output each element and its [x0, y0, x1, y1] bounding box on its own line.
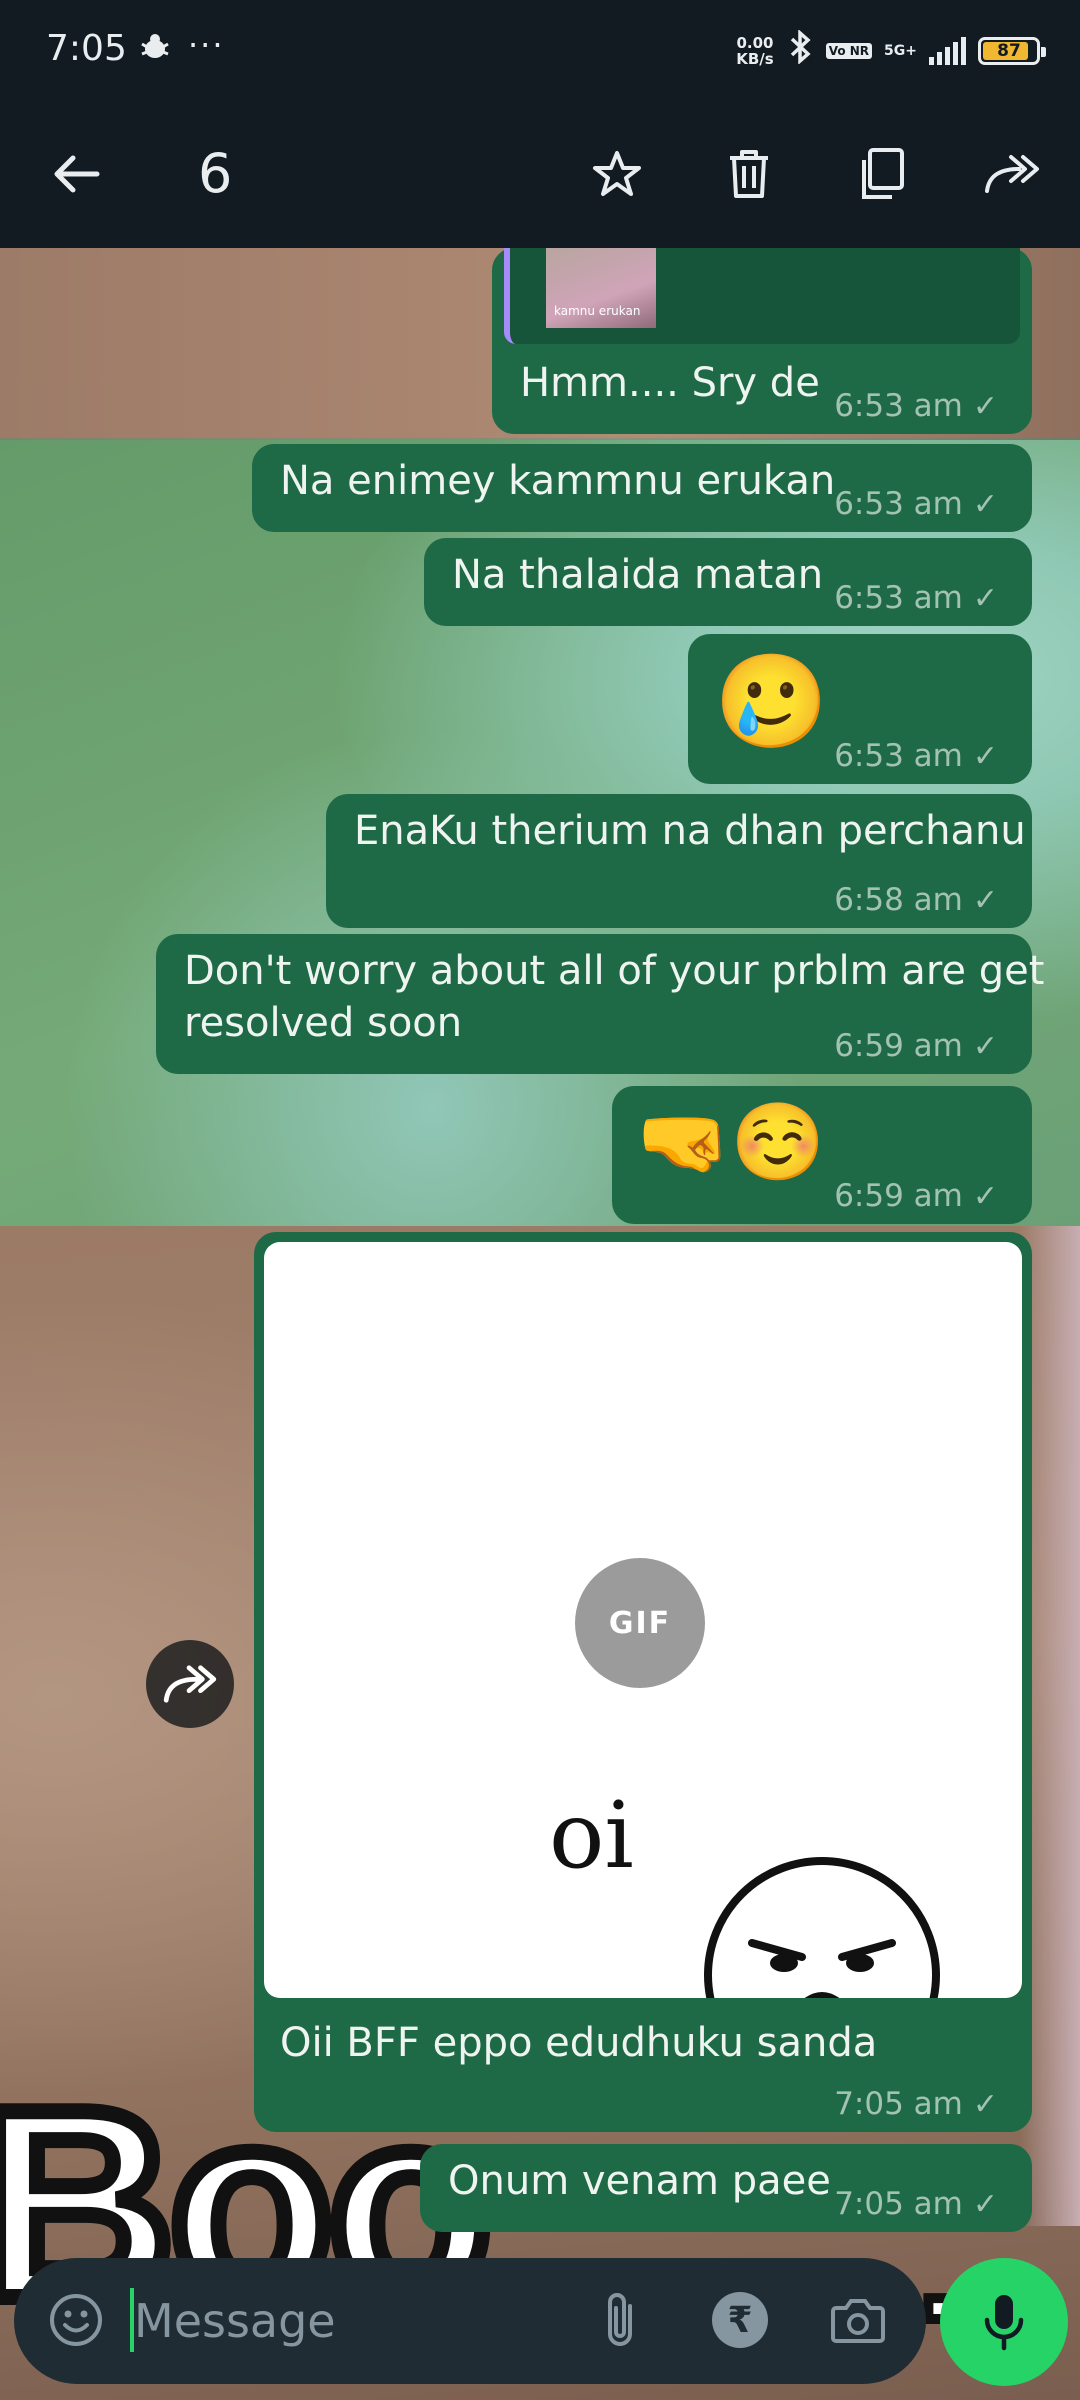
chat-message-list[interactable]: kamnu erukan Hmm.... Sry de 6:53 am ✓ Na … — [0, 248, 1080, 2258]
message-row[interactable]: 🤜☺️ 6:59 am ✓ — [0, 1080, 1080, 1226]
bluetooth-icon — [786, 29, 814, 72]
copy-icon[interactable] — [849, 142, 913, 206]
message-composer[interactable]: ₹ — [14, 2258, 926, 2384]
delete-icon[interactable] — [717, 142, 781, 206]
message-text: Onum venam paee — [448, 2158, 831, 2204]
emoji-icon[interactable] — [44, 2288, 108, 2352]
volte-icon: Vo NR — [825, 43, 873, 59]
message-bubble[interactable]: 🤜☺️ 6:59 am ✓ — [612, 1086, 1032, 1224]
message-text: EnaKu therium na dhan perchanu — [354, 808, 1026, 854]
message-bubble[interactable]: Na enimey kammnu erukan 6:53 am ✓ — [252, 444, 1032, 532]
message-meta: 7:05 am ✓ — [834, 2186, 998, 2222]
forward-icon — [163, 1665, 217, 1703]
message-meta: 6:53 am ✓ — [834, 388, 998, 424]
status-time: 7:05 — [46, 28, 127, 69]
message-row[interactable]: EnaKu therium na dhan perchanu 6:58 am ✓ — [0, 790, 1080, 934]
message-text: Na enimey kammnu erukan — [280, 458, 836, 504]
gif-caption: Oii BFF eppo edudhuku sanda — [280, 2020, 878, 2066]
sent-tick-icon: ✓ — [972, 2186, 998, 2222]
message-time: 7:05 am — [834, 2086, 963, 2122]
message-row[interactable]: Na enimey kammnu erukan 6:53 am ✓ — [0, 438, 1080, 534]
gif-media[interactable]: GIF oi — [264, 1242, 1022, 1998]
emoji-message: 🥲 — [714, 648, 829, 755]
message-input-bar: ₹ — [0, 2258, 1080, 2400]
camera-icon[interactable] — [826, 2288, 890, 2352]
rupee-icon: ₹ — [712, 2292, 768, 2348]
sent-tick-icon: ✓ — [972, 486, 998, 522]
gif-text: oi — [549, 1782, 634, 1889]
battery-tip — [1041, 47, 1046, 57]
message-row[interactable]: Na thalaida matan 6:53 am ✓ — [0, 534, 1080, 630]
message-row[interactable]: Onum venam paee 7:05 am ✓ — [0, 2138, 1080, 2238]
message-meta: 6:58 am ✓ — [834, 882, 998, 918]
sent-tick-icon: ✓ — [972, 1178, 998, 1214]
message-row[interactable]: kamnu erukan Hmm.... Sry de 6:53 am ✓ — [0, 248, 1080, 438]
sent-tick-icon: ✓ — [972, 580, 998, 616]
message-row[interactable]: Don't worry about all of your prblm are … — [0, 934, 1080, 1080]
emoji-message: 🤜☺️ — [636, 1097, 826, 1186]
quoted-message[interactable]: kamnu erukan — [504, 248, 1020, 344]
message-meta: 7:05 am ✓ — [834, 2086, 998, 2122]
message-bubble[interactable]: Na thalaida matan 6:53 am ✓ — [424, 538, 1032, 626]
message-time: 6:59 am — [834, 1178, 963, 1214]
selection-action-bar: 6 — [0, 100, 1080, 248]
message-time: 6:53 am — [834, 580, 963, 616]
signal-icon — [929, 37, 966, 65]
gif-message-bubble[interactable]: GIF oi Oii BFF eppo edudhuku sanda 7:05 … — [254, 1232, 1032, 2132]
quoted-caption: kamnu erukan — [554, 304, 641, 318]
quoted-thumbnail: kamnu erukan — [546, 248, 656, 328]
network-speed-value: 0.00 — [736, 34, 774, 52]
message-row[interactable]: 🥲 6:53 am ✓ — [0, 630, 1080, 790]
selected-count: 6 — [198, 142, 233, 205]
payment-icon[interactable]: ₹ — [708, 2288, 772, 2352]
message-meta: 6:53 am ✓ — [834, 580, 998, 616]
notification-bug-icon — [138, 32, 172, 70]
message-meta: 6:53 am ✓ — [834, 738, 998, 774]
sent-tick-icon: ✓ — [972, 2086, 998, 2122]
message-bubble[interactable]: Don't worry about all of your prblm are … — [156, 934, 1044, 1074]
sent-tick-icon: ✓ — [972, 738, 998, 774]
angry-face-drawing — [704, 1857, 940, 1998]
message-text: Na thalaida matan — [452, 552, 824, 598]
message-time: 6:58 am — [834, 882, 963, 918]
message-meta: 6:59 am ✓ — [834, 1178, 998, 1214]
network-speed-unit: KB/s — [736, 50, 774, 68]
message-bubble[interactable]: EnaKu therium na dhan perchanu 6:58 am ✓ — [326, 794, 1032, 928]
message-text: Hmm.... Sry de — [520, 360, 820, 406]
forward-icon[interactable] — [980, 142, 1044, 206]
status-bar: 7:05 ··· 0.00 KB/s Vo NR 5G+ 87 — [0, 0, 1080, 100]
forward-media-button[interactable] — [146, 1640, 234, 1728]
voice-record-button[interactable] — [940, 2258, 1068, 2386]
sent-tick-icon: ✓ — [972, 388, 998, 424]
message-time: 6:53 am — [834, 486, 963, 522]
message-time: 6:53 am — [834, 388, 963, 424]
network-speed: 0.00 KB/s — [736, 35, 773, 67]
attach-icon[interactable] — [588, 2288, 652, 2352]
message-bubble[interactable]: kamnu erukan Hmm.... Sry de 6:53 am ✓ — [492, 248, 1032, 434]
message-bubble[interactable]: Onum venam paee 7:05 am ✓ — [420, 2144, 1032, 2232]
message-text-line-2: resolved soon — [184, 1000, 463, 1046]
battery-level: 87 — [997, 41, 1021, 61]
mic-icon — [984, 2295, 1024, 2351]
message-time: 6:53 am — [834, 738, 963, 774]
message-meta: 6:59 am ✓ — [834, 1028, 998, 1064]
battery-icon: 87 — [978, 37, 1046, 65]
network-type: 5G+ — [884, 43, 917, 59]
message-time: 6:59 am — [834, 1028, 963, 1064]
gif-play-badge[interactable]: GIF — [575, 1558, 705, 1688]
message-meta: 6:53 am ✓ — [834, 486, 998, 522]
star-icon[interactable] — [585, 142, 649, 206]
sent-tick-icon: ✓ — [972, 882, 998, 918]
message-time: 7:05 am — [834, 2186, 963, 2222]
back-arrow-icon[interactable] — [44, 142, 108, 206]
status-right-cluster: 0.00 KB/s Vo NR 5G+ 87 — [736, 29, 1046, 72]
message-input[interactable] — [132, 2282, 556, 2360]
message-bubble[interactable]: 🥲 6:53 am ✓ — [688, 634, 1032, 784]
sent-tick-icon: ✓ — [972, 1028, 998, 1064]
message-text-line-1: Don't worry about all of your prblm are … — [184, 948, 1045, 994]
status-more-icon: ··· — [188, 26, 225, 64]
